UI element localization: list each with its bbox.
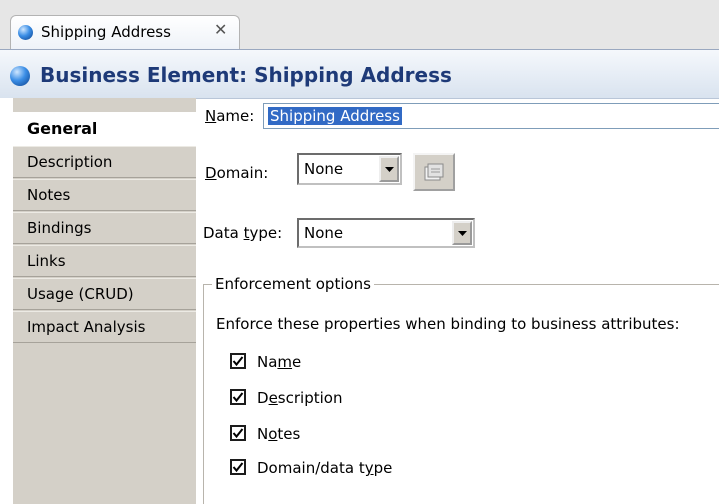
check-icon — [232, 356, 244, 367]
nav-item-notes[interactable]: Notes — [13, 179, 196, 211]
enforce-domain-data-type-label[interactable]: Domain/data type — [257, 459, 392, 477]
nav-item-description[interactable]: Description — [13, 146, 196, 178]
chevron-down-icon[interactable] — [379, 156, 399, 182]
nav-edge — [0, 98, 13, 504]
name-input[interactable]: Shipping Address — [263, 103, 719, 129]
domain-label: Domain: — [205, 164, 269, 182]
business-element-icon — [18, 25, 33, 40]
business-element-icon — [10, 66, 30, 86]
check-icon — [232, 428, 244, 439]
enforcement-description: Enforce these properties when binding to… — [216, 315, 680, 333]
close-icon[interactable]: ✕ — [214, 20, 227, 39]
check-icon — [232, 392, 244, 403]
nav-item-impact-analysis[interactable]: Impact Analysis — [13, 311, 196, 343]
chevron-down-icon[interactable] — [452, 221, 472, 245]
name-input-value: Shipping Address — [268, 107, 402, 125]
nav-item-links[interactable]: Links — [13, 245, 196, 277]
domain-select-value: None — [304, 160, 344, 178]
nav-item-bindings[interactable]: Bindings — [13, 212, 196, 244]
editor-header: Business Element: Shipping Address — [0, 50, 719, 99]
page-title: Business Element: Shipping Address — [40, 63, 452, 87]
editor-tab-shipping-address[interactable]: Shipping Address ✕ — [10, 15, 240, 50]
check-icon — [232, 462, 244, 473]
nav-item-usage-crud[interactable]: Usage (CRUD) — [13, 278, 196, 310]
data-type-select-value: None — [304, 224, 344, 242]
enforce-notes-label[interactable]: Notes — [257, 425, 300, 443]
domain-select[interactable]: None — [297, 153, 402, 185]
domain-browse-icon — [424, 163, 444, 181]
enforce-name-checkbox[interactable] — [230, 353, 246, 369]
enforcement-options-title: Enforcement options — [212, 275, 374, 293]
tab-label: Shipping Address — [41, 23, 171, 41]
enforce-domain-data-type-checkbox[interactable] — [230, 459, 246, 475]
data-type-label: Data type: — [203, 224, 283, 242]
enforce-description-checkbox[interactable] — [230, 389, 246, 405]
enforce-name-label[interactable]: Name — [257, 353, 301, 371]
enforce-description-label[interactable]: Description — [257, 389, 342, 407]
nav-item-general[interactable]: General — [13, 112, 196, 146]
domain-browse-button[interactable] — [413, 153, 455, 191]
name-label: Name: — [205, 107, 255, 125]
enforce-notes-checkbox[interactable] — [230, 425, 246, 441]
data-type-select[interactable]: None — [297, 218, 475, 248]
